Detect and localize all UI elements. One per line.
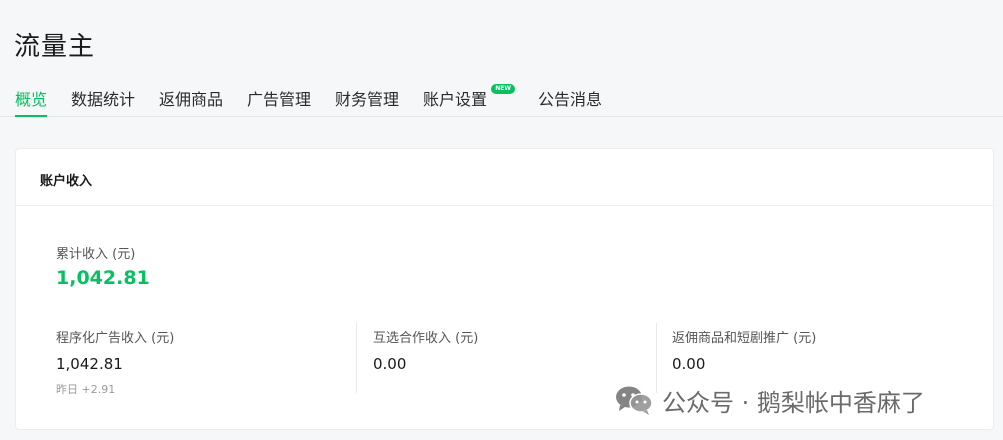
tab-account-settings[interactable]: 账户设置 NEW — [423, 84, 516, 117]
page-title: 流量主 — [14, 32, 96, 62]
metric-label: 返佣商品和短剧推广 (元) — [672, 331, 817, 346]
metric-value: 0.00 — [672, 355, 706, 373]
new-badge: NEW — [491, 84, 516, 94]
metric-rebate-promotion: 返佣商品和短剧推广 (元) 0.00 — [672, 327, 816, 373]
divider — [356, 323, 357, 393]
metric-value: 0.00 — [373, 355, 407, 373]
metric-programmatic-ad: 程序化广告收入 (元) 1,042.81 昨日 +2.91 — [56, 327, 174, 397]
metric-value: 1,042.81 — [56, 355, 123, 373]
card-title: 账户收入 — [16, 149, 993, 206]
tab-ad-management[interactable]: 广告管理 — [247, 86, 311, 117]
watermark-text: 公众号 · 鹅梨帐中香麻了 — [662, 388, 925, 417]
metric-yesterday-change: 昨日 +2.91 — [56, 383, 116, 396]
tab-account-settings-label: 账户设置 — [423, 90, 488, 109]
total-income-label: 累计收入 (元) — [56, 247, 136, 262]
wechat-icon — [616, 386, 653, 415]
metric-label: 互选合作收入 (元) — [373, 331, 479, 346]
watermark: 公众号 · 鹅梨帐中香麻了 — [614, 382, 925, 418]
tab-data-statistics[interactable]: 数据统计 — [71, 86, 135, 117]
total-income-value: 1,042.81 — [56, 267, 150, 289]
tab-rebate-products[interactable]: 返佣商品 — [159, 86, 223, 117]
tab-finance-management[interactable]: 财务管理 — [335, 86, 399, 117]
tab-overview[interactable]: 概览 — [15, 86, 48, 117]
tab-announcements[interactable]: 公告消息 — [538, 86, 602, 117]
tab-bar: 概览 数据统计 返佣商品 广告管理 财务管理 账户设置 NEW 公告消息 — [0, 80, 1003, 117]
metric-label: 程序化广告收入 (元) — [56, 331, 175, 346]
metric-mutual-selection: 互选合作收入 (元) 0.00 — [373, 327, 478, 373]
